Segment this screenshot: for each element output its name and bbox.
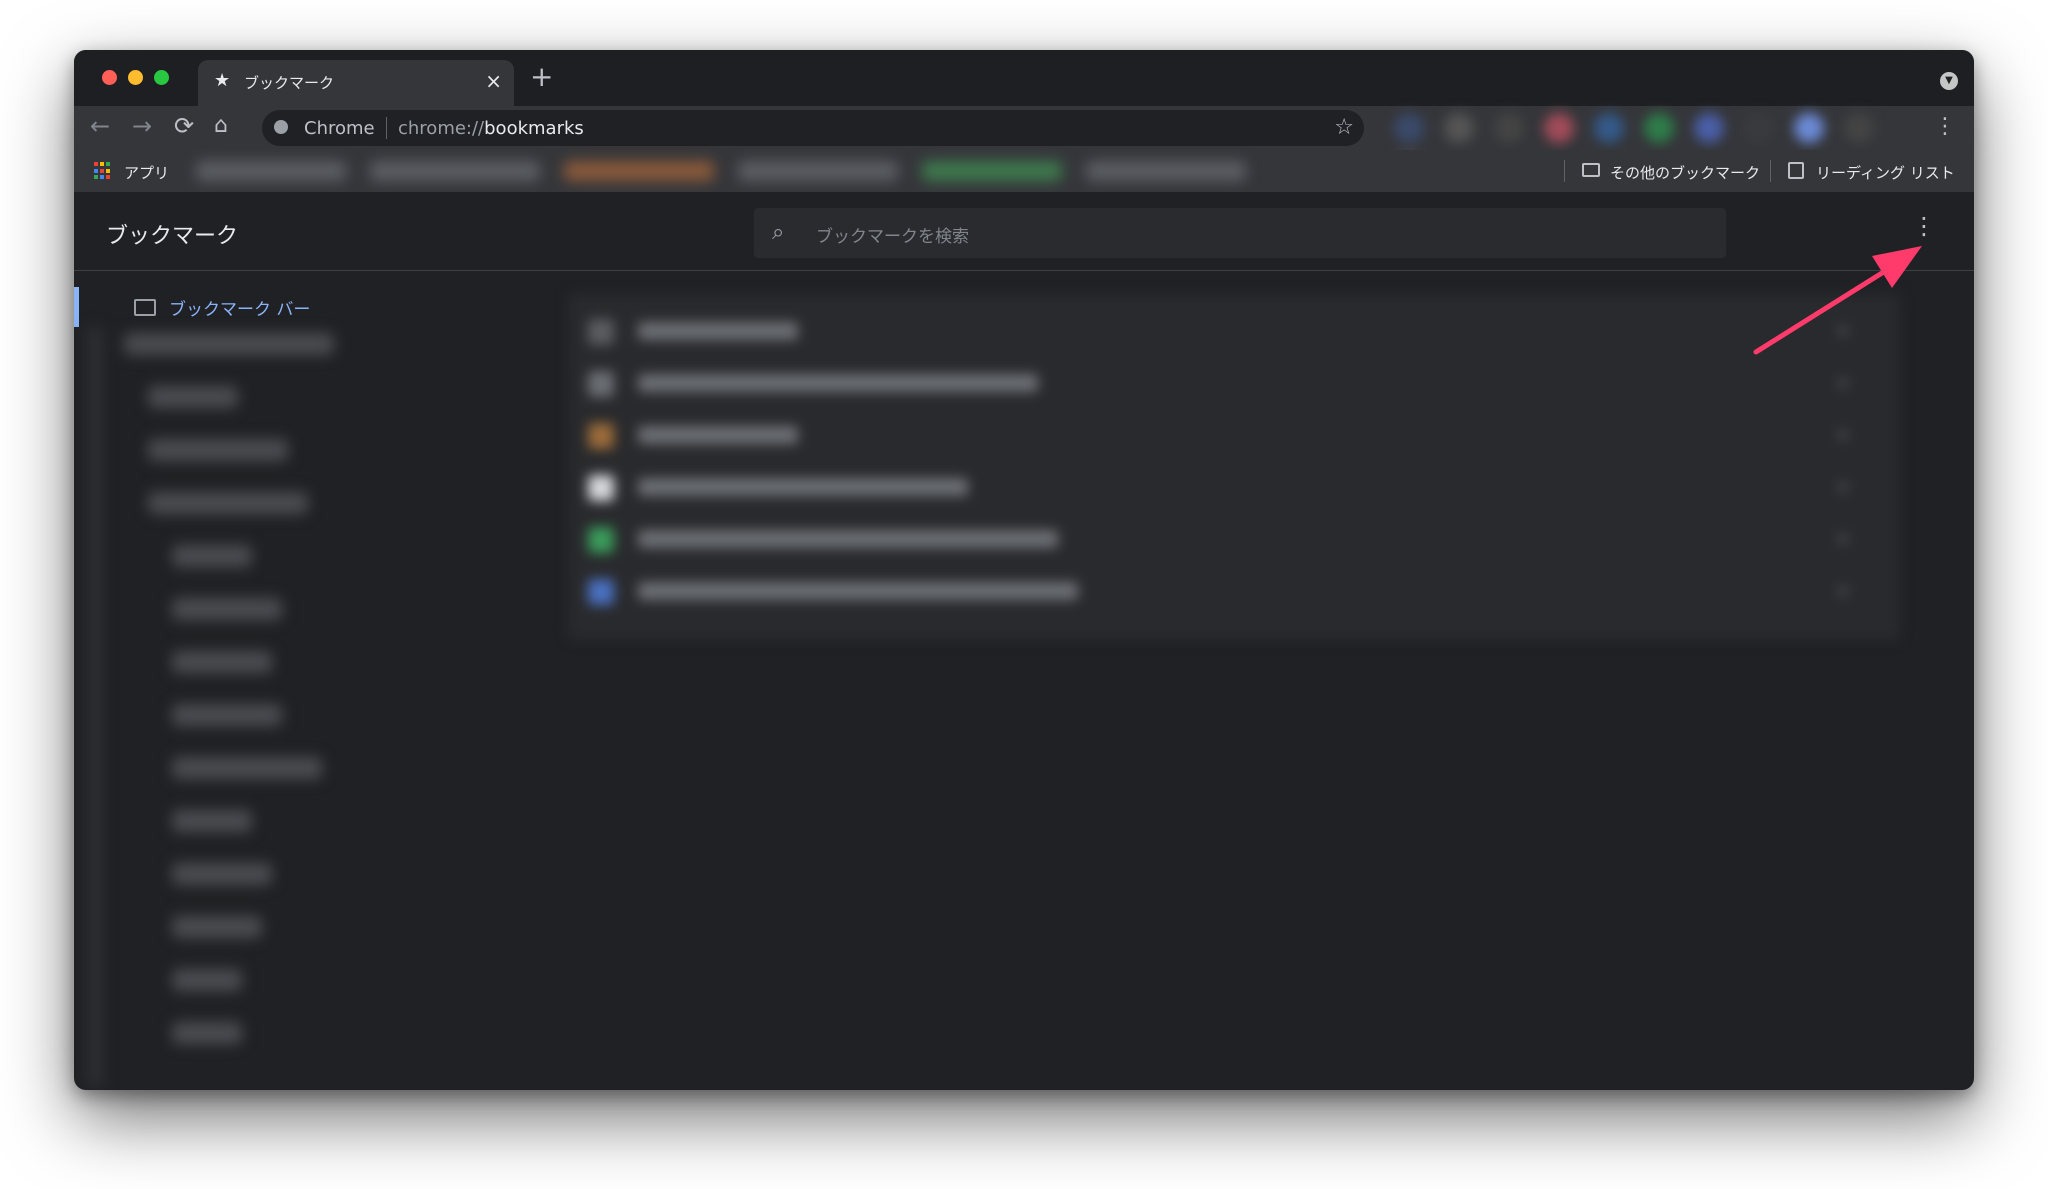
reading-list-icon <box>1788 162 1804 179</box>
site-label: Chrome <box>304 118 375 139</box>
close-window-button[interactable] <box>102 70 117 85</box>
bookmarks-divider <box>1564 160 1565 182</box>
forward-button[interactable]: → <box>132 112 152 140</box>
search-placeholder: ブックマークを検索 <box>816 227 969 247</box>
organize-menu-button[interactable]: ⋮ <box>1912 212 1936 240</box>
search-icon: ⌕ <box>772 220 785 245</box>
page-title: ブックマーク <box>106 224 239 249</box>
folder-icon <box>1582 163 1600 177</box>
home-button[interactable]: ⌂ <box>214 113 228 138</box>
url-prefix: chrome:// <box>398 118 485 139</box>
tab-title: ブックマーク <box>244 74 335 92</box>
close-tab-button[interactable]: × <box>485 69 502 93</box>
back-button[interactable]: ← <box>90 112 110 140</box>
new-tab-button[interactable]: + <box>530 60 553 93</box>
folder-icon <box>134 299 156 316</box>
bookmark-star-icon[interactable]: ☆ <box>1334 115 1354 140</box>
folder-tree: ブックマーク バー <box>74 271 554 1090</box>
url-path: bookmarks <box>484 118 584 139</box>
bookmarks-bar: アプリ その他のブックマーク リーディング リスト <box>74 150 1974 193</box>
sidebar-item-bookmarks-bar[interactable]: ブックマーク バー <box>169 295 310 320</box>
selected-indicator <box>74 287 79 327</box>
extensions-area <box>1384 110 1924 183</box>
maximize-window-button[interactable] <box>154 70 169 85</box>
tab-search-icon[interactable]: ▼ <box>1940 72 1958 90</box>
toolbar: ← → ⟳ ⌂ Chrome chrome://bookmarks ☆ ⋮ <box>74 106 1974 183</box>
minimize-window-button[interactable] <box>128 70 143 85</box>
omnibox-divider <box>386 117 387 139</box>
reload-button[interactable]: ⟳ <box>174 112 194 140</box>
tab-bookmarks[interactable]: ★ ブックマーク × <box>198 60 514 106</box>
blurred-bookmarks <box>184 156 1364 186</box>
browser-window: ★ ブックマーク × + ▼ ← → ⟳ ⌂ Chrome chrome://b… <box>74 50 1974 1090</box>
url-text[interactable]: chrome://bookmarks <box>398 118 584 139</box>
bookmark-manager-header: ブックマーク ⌕ ブックマークを検索 ⋮ <box>74 192 1974 271</box>
site-info-icon[interactable] <box>274 120 288 134</box>
address-bar[interactable]: Chrome chrome://bookmarks ☆ <box>262 110 1364 146</box>
reading-list-link[interactable]: リーディング リスト <box>1816 162 1955 183</box>
bookmark-search-input[interactable]: ⌕ ブックマークを検索 <box>754 208 1726 258</box>
apps-link[interactable]: アプリ <box>124 162 169 183</box>
star-icon: ★ <box>214 70 231 91</box>
blurred-folder-list <box>88 327 388 1087</box>
apps-grid-icon[interactable] <box>94 162 112 180</box>
other-bookmarks-link[interactable]: その他のブックマーク <box>1610 162 1760 183</box>
blurred-bookmark-list <box>568 294 1900 640</box>
bookmarks-divider <box>1770 160 1771 182</box>
browser-menu-button[interactable]: ⋮ <box>1934 114 1956 139</box>
title-bar: ★ ブックマーク × + ▼ <box>74 50 1974 106</box>
